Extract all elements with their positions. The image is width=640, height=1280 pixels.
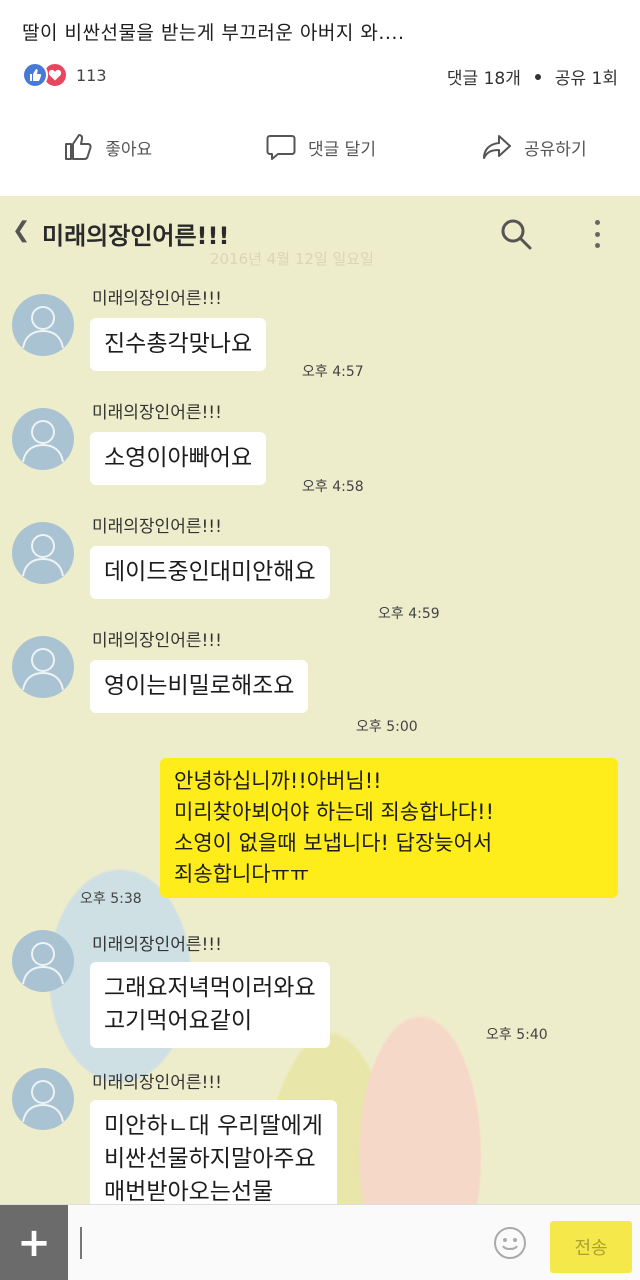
avatar[interactable] [12,930,74,992]
comment-button[interactable]: 댓글 달기 [213,112,426,182]
message-time: 오후 5:00 [356,719,418,735]
emoji-icon[interactable] [492,1225,528,1261]
reaction-count: 113 [76,65,107,85]
avatar[interactable] [12,636,74,698]
like-reaction-icon [22,62,48,88]
reactions-summary[interactable]: 113 [22,62,107,88]
sender-name: 미래의장인어른!!! [92,403,222,423]
separator-dot [534,73,541,80]
search-icon[interactable] [498,216,534,252]
avatar[interactable] [12,294,74,356]
like-button[interactable]: 좋아요 [0,112,213,182]
post-title: 딸이 비싼선물을 받는게 부끄러운 아버지 와.... [22,22,405,44]
message-input[interactable] [76,1217,486,1269]
default-profile-icon [22,1080,64,1123]
default-profile-icon [22,648,64,691]
sender-name: 미래의장인어른!!! [92,1073,222,1093]
default-profile-icon [22,420,64,463]
avatar[interactable] [12,1068,74,1130]
default-profile-icon [22,306,64,349]
message-time: 오후 5:40 [486,1027,548,1043]
share-count[interactable]: 공유 1회 [555,64,618,89]
message-bubble[interactable]: 데이드중인대미안해요 [90,546,330,599]
comment-label: 댓글 달기 [308,139,376,160]
back-icon[interactable]: ❮ [12,218,30,243]
chat-screenshot: ❮ 미래의장인어른!!! 2016년 4월 12일 일요일 미래의장인어른!!!… [0,196,640,1280]
chat-room-name: 미래의장인어른!!! [42,222,230,250]
message-bubble[interactable]: 진수총각맞나요 [90,318,267,371]
comment-icon [266,135,296,160]
more-menu-icon[interactable] [588,216,606,252]
message-time: 오후 4:59 [378,606,440,622]
message-bubble[interactable]: 미안하ㄴ대 우리딸에게 비싼선물하지말아주요 매번받아오는선물 [90,1100,337,1219]
sender-name: 미래의장인어른!!! [92,517,222,537]
avatar[interactable] [12,522,74,584]
outgoing-message-time: 오후 5:38 [80,891,142,907]
default-profile-icon [22,942,64,985]
comment-count[interactable]: 댓글 18개 [447,64,521,89]
message-time: 오후 4:57 [302,364,364,380]
like-label: 좋아요 [105,139,153,160]
engagement-meta: 댓글 18개 공유 1회 [447,64,618,89]
chat-input-bar: + 전송 [0,1204,640,1280]
text-caret [80,1227,82,1259]
share-button[interactable]: 공유하기 [427,112,640,182]
sender-name: 미래의장인어른!!! [92,631,222,651]
outgoing-message-bubble[interactable]: 안녕하십니까!!아버님!! 미리찾아뵈어야 하는데 죄송합나다!! 소영이 없을… [160,758,618,898]
message-bubble[interactable]: 그래요저녁먹이러와요 고기먹어요같이 [90,962,330,1048]
sender-name: 미래의장인어른!!! [92,289,222,309]
attach-plus-button[interactable]: + [0,1205,68,1280]
message-bubble[interactable]: 영이는비밀로해조요 [90,660,309,713]
default-profile-icon [22,534,64,577]
date-divider: 2016년 4월 12일 일요일 [210,250,374,268]
message-bubble[interactable]: 소영이아빠어요 [90,432,267,485]
avatar[interactable] [12,408,74,470]
post-action-bar: 좋아요 댓글 달기 공유하기 [0,112,640,182]
share-icon [483,135,512,159]
message-time: 오후 4:58 [302,479,364,495]
send-button[interactable]: 전송 [550,1221,632,1273]
sender-name: 미래의장인어른!!! [92,935,222,955]
share-label: 공유하기 [524,139,587,160]
thumbs-up-icon [65,134,92,160]
chat-header: ❮ 미래의장인어른!!! 2016년 4월 12일 일요일 [0,196,640,270]
